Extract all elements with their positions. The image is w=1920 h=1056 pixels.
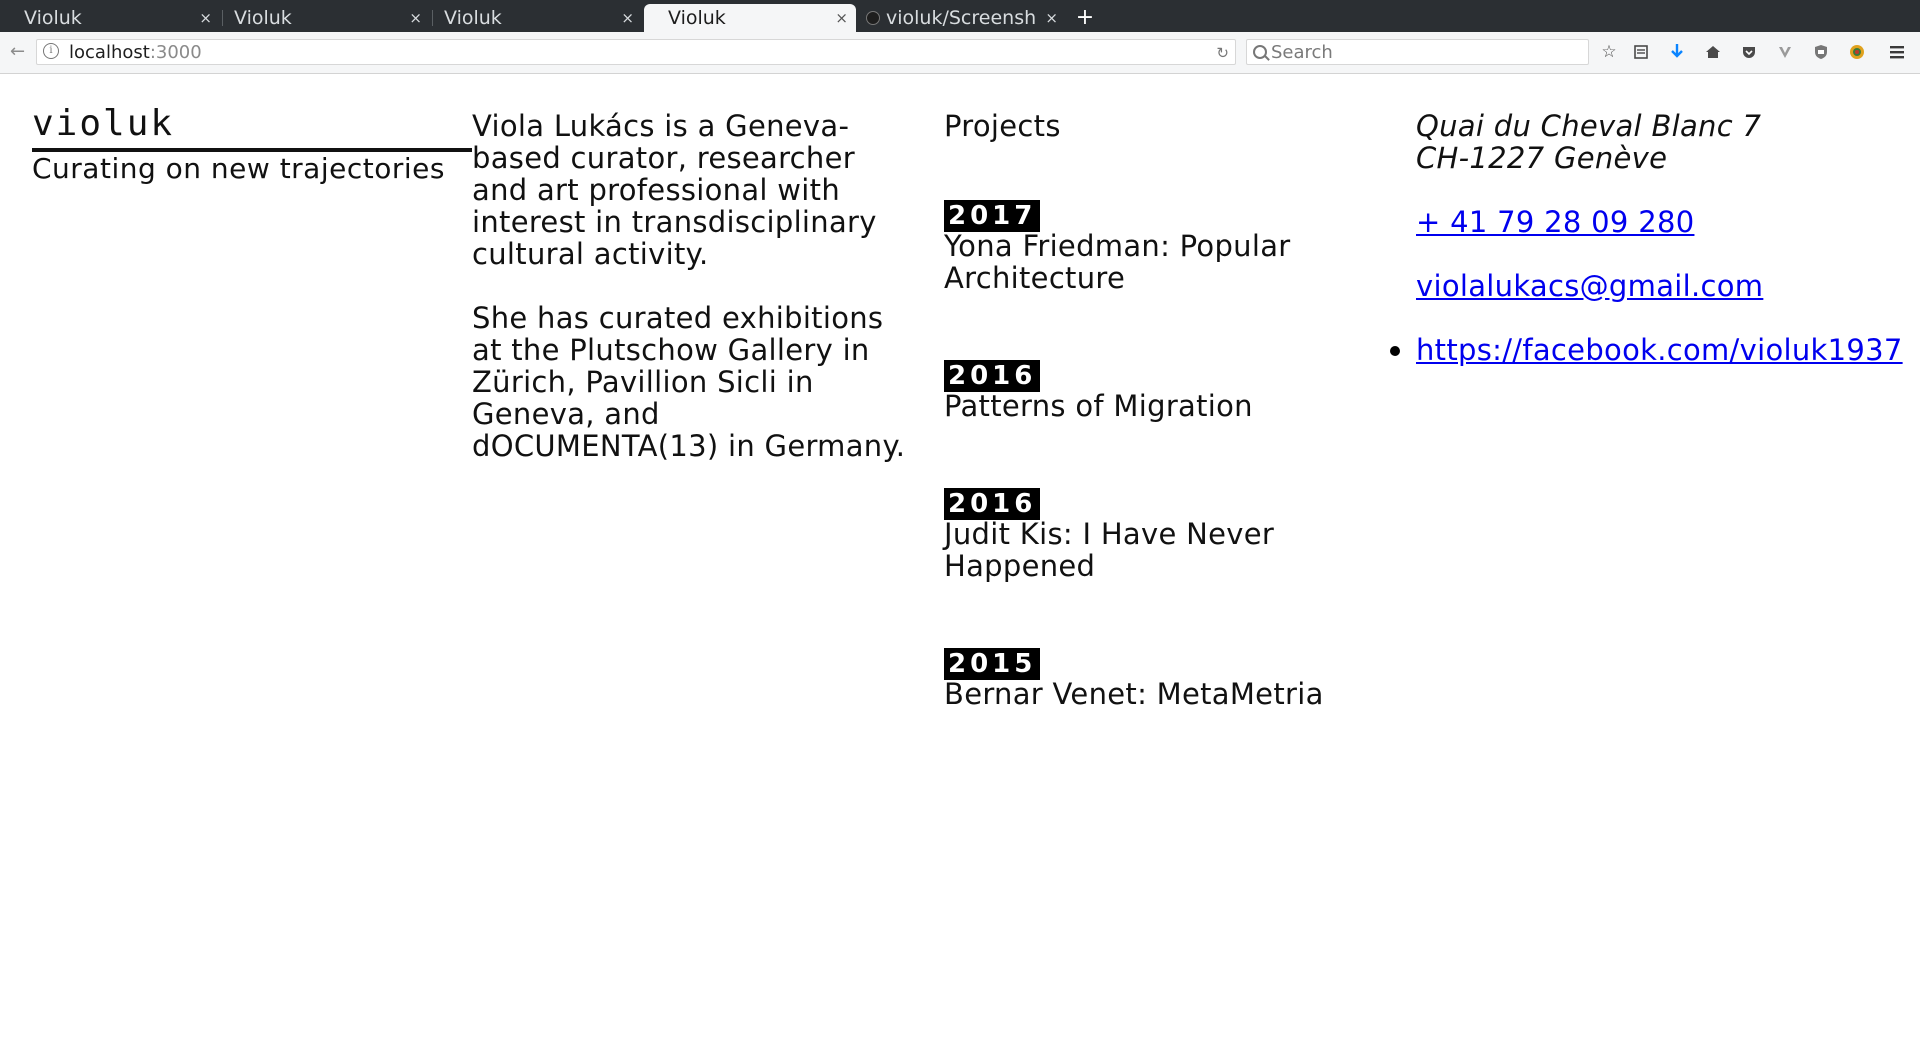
project-item[interactable]: 2016 Patterns of Migration xyxy=(944,360,1364,422)
browser-tab-active[interactable]: Violuk × xyxy=(644,4,856,32)
social-list-item: https://facebook.com/violuk1937 xyxy=(1390,334,1902,366)
project-item[interactable]: 2016 Judit Kis: I Have Never Happened xyxy=(944,488,1364,582)
projects-column: Projects 2017 Yona Friedman: Popular Arc… xyxy=(944,109,1364,710)
project-year-badge: 2015 xyxy=(944,648,1041,680)
address-line: CH-1227 Genève xyxy=(1416,141,1668,175)
address: Quai du Cheval Blanc 7 CH-1227 Genève xyxy=(1416,110,1896,174)
project-item[interactable]: 2017 Yona Friedman: Popular Architecture xyxy=(944,200,1364,294)
back-arrow-icon[interactable]: ← xyxy=(10,41,25,63)
pocket-icon[interactable] xyxy=(1738,41,1760,63)
page-content: violuk Curating on new trajectories Viol… xyxy=(0,74,1920,1056)
browser-tab[interactable]: Violuk × xyxy=(420,4,642,32)
url-host: localhost xyxy=(69,42,150,63)
close-tab-icon[interactable]: × xyxy=(835,4,848,32)
reload-icon[interactable]: ↻ xyxy=(1216,42,1229,64)
brand-column: violuk Curating on new trajectories xyxy=(32,104,472,185)
url-port: :3000 xyxy=(149,42,202,63)
project-title[interactable]: Bernar Venet: MetaMetria xyxy=(944,678,1364,710)
site-tagline: Curating on new trajectories xyxy=(32,152,445,185)
ublock-shield-icon[interactable] xyxy=(1810,41,1832,63)
phone-link[interactable]: + 41 79 28 09 280 xyxy=(1416,206,1896,238)
tab-title: Violuk xyxy=(444,7,502,29)
social-links: https://facebook.com/violuk1937 xyxy=(1390,334,1902,366)
browser-tab[interactable]: Violuk × xyxy=(210,4,430,32)
search-icon xyxy=(1253,45,1267,59)
project-year-badge: 2017 xyxy=(944,200,1041,232)
close-tab-icon[interactable]: × xyxy=(621,4,634,32)
reading-list-icon[interactable] xyxy=(1630,41,1652,63)
bullet xyxy=(1390,346,1400,356)
hamburger-menu-icon[interactable] xyxy=(1886,41,1908,63)
github-icon xyxy=(866,11,880,25)
project-title[interactable]: Patterns of Migration xyxy=(944,390,1364,422)
home-icon[interactable] xyxy=(1702,41,1724,63)
url-bar[interactable]: i localhost:3000 ↻ xyxy=(36,39,1236,65)
search-input[interactable] xyxy=(1271,41,1571,63)
bio-paragraph: She has curated exhibitions at the Pluts… xyxy=(472,301,906,463)
tab-strip: Violuk × Violuk × Violuk × Violuk × viol… xyxy=(0,0,1920,32)
url-text[interactable]: localhost:3000 xyxy=(69,42,202,64)
search-bar[interactable] xyxy=(1246,39,1589,65)
browser-tab[interactable]: violuk/Screenshot × xyxy=(858,4,1066,32)
color-extension-icon[interactable] xyxy=(1846,41,1868,63)
bio-column: Viola Lukács is a Geneva-based curator, … xyxy=(472,110,912,494)
bookmark-star-icon[interactable]: ☆ xyxy=(1598,41,1620,63)
project-item[interactable]: 2015 Bernar Venet: MetaMetria xyxy=(944,648,1364,710)
project-year-badge: 2016 xyxy=(944,488,1041,520)
facebook-link[interactable]: https://facebook.com/violuk1937 xyxy=(1416,334,1902,366)
tab-title: Violuk xyxy=(234,7,292,29)
project-title[interactable]: Yona Friedman: Popular Architecture xyxy=(944,230,1364,294)
projects-heading: Projects xyxy=(944,109,1061,143)
tab-title: violuk/Screenshot xyxy=(886,7,1036,29)
tab-title: Violuk xyxy=(668,7,726,29)
project-title[interactable]: Judit Kis: I Have Never Happened xyxy=(944,518,1364,582)
address-line: Quai du Cheval Blanc 7 xyxy=(1416,109,1762,143)
close-tab-icon[interactable]: × xyxy=(1045,4,1058,32)
extension-v-icon[interactable] xyxy=(1774,41,1796,63)
bio-paragraph: Viola Lukács is a Geneva-based curator, … xyxy=(472,109,877,271)
email-link[interactable]: violalukacs@gmail.com xyxy=(1416,270,1896,302)
site-title: violuk xyxy=(32,103,175,144)
download-icon[interactable] xyxy=(1666,41,1688,63)
contact-column: Quai du Cheval Blanc 7 CH-1227 Genève + … xyxy=(1390,110,1902,398)
project-year-badge: 2016 xyxy=(944,360,1041,392)
info-icon[interactable]: i xyxy=(43,43,59,59)
new-tab-button[interactable]: + xyxy=(1073,4,1097,32)
navigation-toolbar: ← i localhost:3000 ↻ ☆ xyxy=(0,32,1920,74)
tab-title: Violuk xyxy=(24,7,82,29)
browser-tab[interactable]: Violuk × xyxy=(0,4,220,32)
